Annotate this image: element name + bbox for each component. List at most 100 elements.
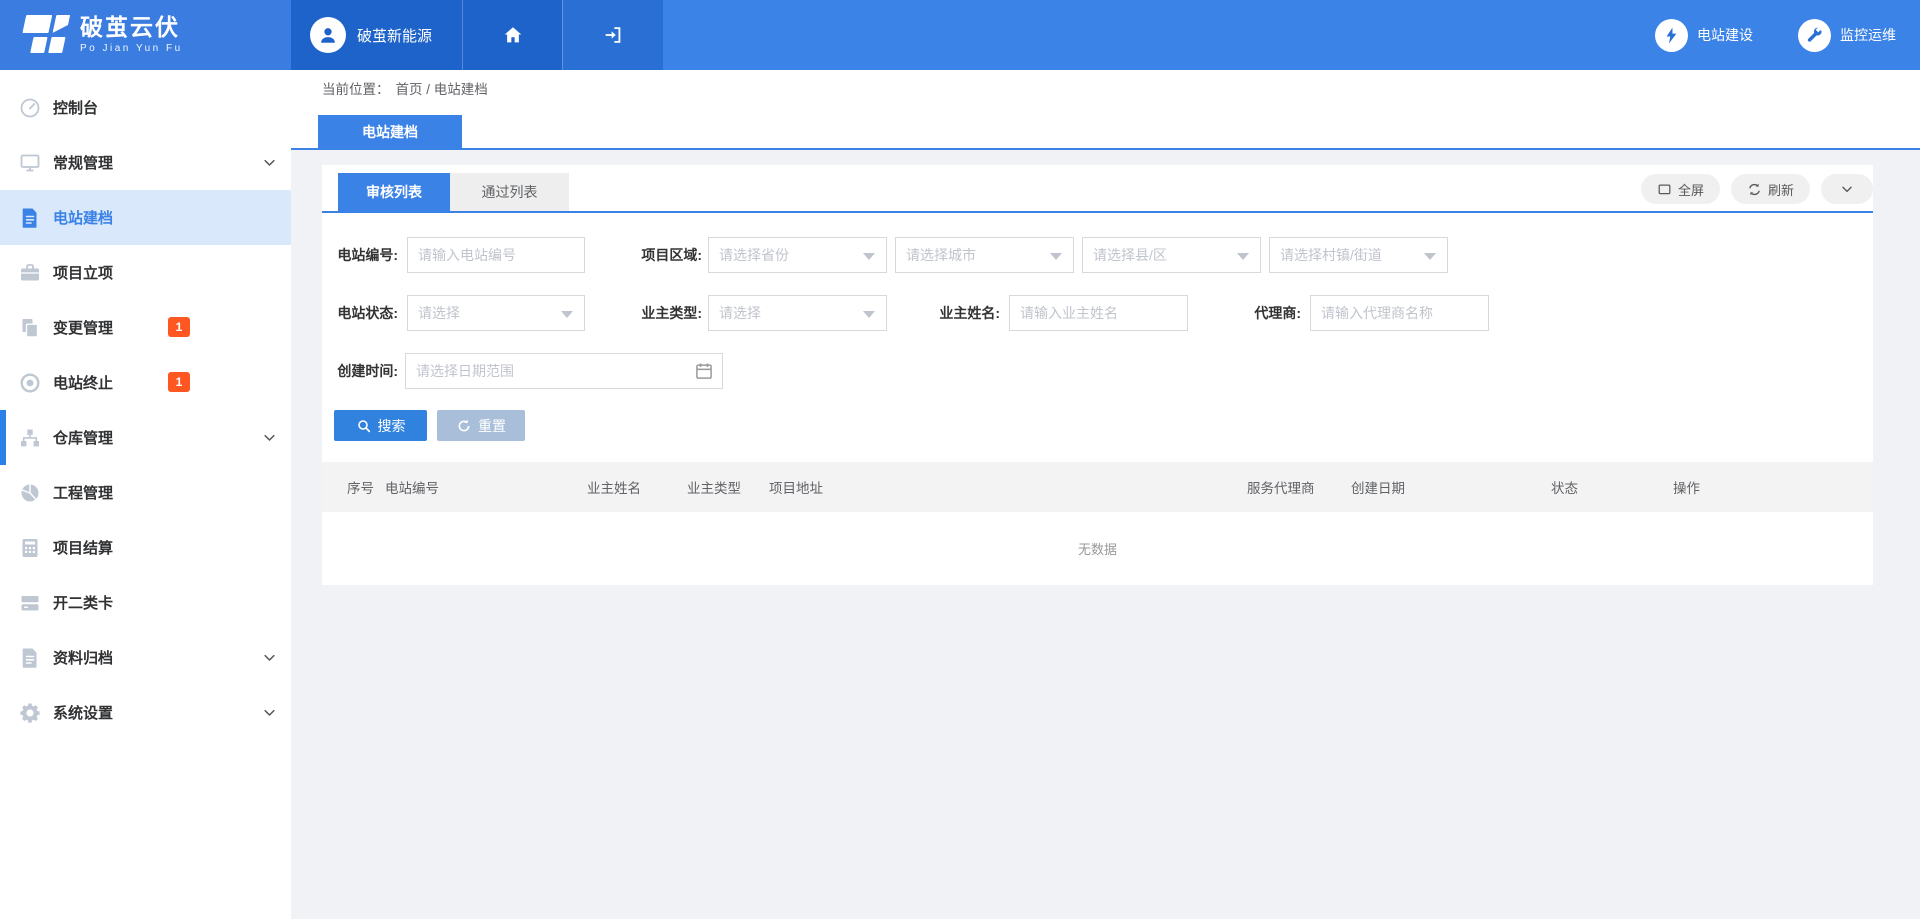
archive-icon — [18, 646, 42, 670]
page-tab-station-filing[interactable]: 电站建档 — [318, 115, 462, 148]
column-header: 业主类型 — [687, 477, 769, 497]
sidebar-item-label: 电站建档 — [53, 207, 113, 228]
column-header: 创建日期 — [1351, 477, 1551, 497]
sidebar-item-label: 项目结算 — [53, 537, 113, 558]
agent-label: 代理商: — [1247, 303, 1301, 323]
sidebar-item-label: 开二类卡 — [53, 592, 113, 613]
search-button[interactable]: 搜索 — [334, 410, 427, 441]
topbar-right-nav: 电站建设 监控运维 — [1655, 0, 1920, 70]
card-tab-bar: 审核列表 通过列表 全屏 刷新 — [322, 165, 1873, 213]
sidebar-item-data-archive[interactable]: 资料归档 — [0, 630, 291, 685]
sidebar-item-project-settlement[interactable]: 项目结算 — [0, 520, 291, 575]
reset-icon — [456, 418, 472, 434]
logo-title: 破茧云伏 — [80, 16, 183, 39]
sidebar-item-label: 变更管理 — [53, 317, 113, 338]
owner-type-select[interactable]: 请选择 — [708, 295, 887, 331]
sidebar-item-station-filing[interactable]: 电站建档 — [0, 190, 291, 245]
search-icon — [356, 418, 372, 434]
station-status-label: 电站状态: — [334, 303, 398, 323]
column-header: 业主姓名 — [587, 477, 687, 497]
tab-review-list[interactable]: 审核列表 — [338, 173, 450, 211]
date-range-picker[interactable] — [405, 353, 723, 389]
sidebar-item-label: 仓库管理 — [53, 427, 113, 448]
region-label: 项目区域: — [637, 245, 702, 265]
province-select[interactable]: 请选择省份 — [708, 237, 887, 273]
document-icon — [18, 206, 42, 230]
caret-down-icon — [561, 311, 573, 318]
page-tab-bar: 电站建档 — [291, 105, 1920, 150]
calculator-icon — [18, 536, 42, 560]
chevron-down-icon — [262, 430, 277, 445]
pages-icon — [18, 316, 42, 340]
filter-row-3: 创建时间: — [334, 353, 1873, 389]
login-arrow-icon — [602, 24, 624, 46]
filter-form: 电站编号: 项目区域: 请选择省份 请选择城市 请选择县/区 请选择村镇/街道 — [322, 213, 1873, 389]
sidebar-item-project-initiation[interactable]: 项目立项 — [0, 245, 291, 300]
sidebar-item-general-mgmt[interactable]: 常规管理 — [0, 135, 291, 190]
agent-input[interactable] — [1310, 295, 1489, 331]
breadcrumb: 当前位置： 首页 / 电站建档 — [291, 70, 1920, 105]
table-header-row: 序号 电站编号 业主姓名 业主类型 项目地址 服务代理商 创建日期 状态 操作 — [322, 462, 1873, 512]
sidebar-item-console[interactable]: 控制台 — [0, 80, 291, 135]
date-range-input[interactable] — [405, 353, 723, 389]
logout-button[interactable] — [562, 0, 663, 70]
town-select[interactable]: 请选择村镇/街道 — [1269, 237, 1448, 273]
active-indicator-bar — [0, 410, 6, 465]
company-name: 破茧新能源 — [357, 25, 432, 46]
avatar[interactable] — [310, 17, 346, 53]
column-header: 操作 — [1673, 477, 1848, 497]
filter-actions: 搜索 重置 — [322, 410, 1873, 441]
station-status-select[interactable]: 请选择 — [407, 295, 585, 331]
home-button[interactable] — [462, 0, 562, 70]
chevron-down-icon — [262, 155, 277, 170]
refresh-label: 刷新 — [1768, 180, 1794, 199]
filter-row-1: 电站编号: 项目区域: 请选择省份 请选择城市 请选择县/区 请选择村镇/街道 — [334, 237, 1873, 273]
owner-name-input[interactable] — [1009, 295, 1188, 331]
caret-down-icon — [863, 253, 875, 260]
collapse-button[interactable] — [1821, 174, 1873, 204]
dashboard-icon — [18, 96, 42, 120]
tab-passed-list[interactable]: 通过列表 — [450, 173, 569, 211]
breadcrumb-path[interactable]: 首页 / 电站建档 — [396, 78, 488, 98]
card-toolbar: 全屏 刷新 — [1641, 174, 1873, 204]
caret-down-icon — [863, 311, 875, 318]
main-area: 当前位置： 首页 / 电站建档 电站建档 审核列表 通过列表 全屏 刷新 — [291, 70, 1920, 919]
empty-state-text: 无数据 — [322, 512, 1873, 585]
sidebar-item-station-termination[interactable]: 电站终止 1 — [0, 355, 291, 410]
topbar: 破茧云伏 Po Jian Yun Fu 破茧新能源 — [0, 0, 1920, 70]
content-area: 审核列表 通过列表 全屏 刷新 — [291, 150, 1920, 585]
fullscreen-icon — [1657, 182, 1672, 197]
sidebar-item-change-mgmt[interactable]: 变更管理 1 — [0, 300, 291, 355]
gauge-icon — [18, 481, 42, 505]
logo-icon — [18, 15, 73, 55]
refresh-button[interactable]: 刷新 — [1731, 174, 1810, 204]
nav-monitor-ops[interactable]: 监控运维 — [1798, 19, 1896, 52]
sidebar-item-engineering-mgmt[interactable]: 工程管理 — [0, 465, 291, 520]
caret-down-icon — [1050, 253, 1062, 260]
fullscreen-button[interactable]: 全屏 — [1641, 174, 1720, 204]
record-icon — [18, 371, 42, 395]
station-code-input[interactable] — [407, 237, 585, 273]
briefcase-icon — [18, 261, 42, 285]
person-icon — [317, 24, 339, 46]
chevron-down-icon — [1840, 182, 1854, 196]
sidebar-item-system-settings[interactable]: 系统设置 — [0, 685, 291, 740]
county-select[interactable]: 请选择县/区 — [1082, 237, 1261, 273]
sidebar: 控制台 常规管理 电站建档 项目立项 变更管理 1 电站终止 1 — [0, 70, 291, 919]
nav-station-build[interactable]: 电站建设 — [1655, 19, 1753, 52]
nav-label: 电站建设 — [1697, 25, 1753, 45]
reset-label: 重置 — [478, 416, 506, 436]
sidebar-item-warehouse-mgmt[interactable]: 仓库管理 — [0, 410, 291, 465]
sidebar-item-open-card[interactable]: 开二类卡 — [0, 575, 291, 630]
badge-count: 1 — [168, 372, 190, 392]
sitemap-icon — [18, 426, 42, 450]
create-time-label: 创建时间: — [334, 361, 398, 381]
logo-subtitle: Po Jian Yun Fu — [80, 44, 183, 54]
refresh-icon — [1747, 182, 1762, 197]
station-code-label: 电站编号: — [334, 245, 398, 265]
user-section[interactable]: 破茧新能源 — [291, 0, 462, 70]
city-select[interactable]: 请选择城市 — [895, 237, 1074, 273]
sidebar-item-label: 系统设置 — [53, 702, 113, 723]
reset-button[interactable]: 重置 — [437, 410, 525, 441]
owner-type-label: 业主类型: — [637, 303, 702, 323]
